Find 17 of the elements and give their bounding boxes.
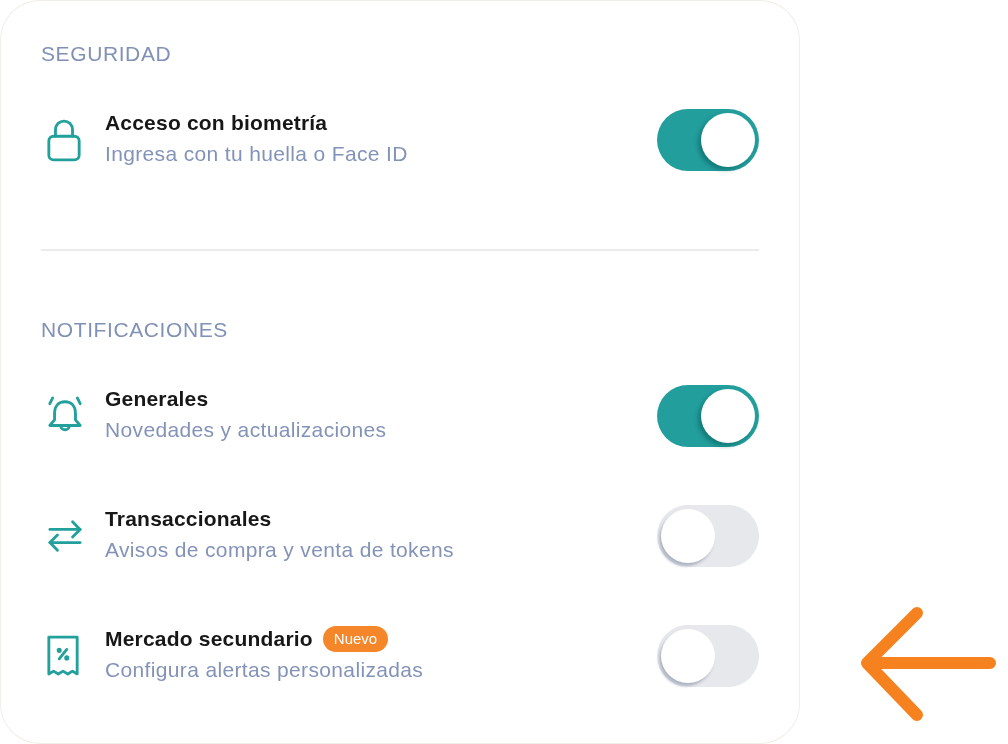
left-arrow-icon bbox=[860, 606, 996, 722]
section-heading: SEGURIDAD bbox=[41, 42, 173, 66]
new-badge: Nuevo bbox=[322, 626, 389, 652]
setting-title: Transaccionales bbox=[105, 507, 272, 531]
setting-title: Mercado secundario bbox=[105, 627, 313, 651]
setting-description: Ingresa con tu huella o Face ID bbox=[105, 141, 409, 167]
setting-description: Configura alertas personalizadas bbox=[105, 657, 425, 683]
receipt-icon bbox=[46, 634, 80, 678]
swap-arrows-icon bbox=[46, 519, 84, 553]
toggle-switch[interactable] bbox=[657, 505, 759, 567]
toggle-switch[interactable] bbox=[657, 625, 759, 687]
lock-icon bbox=[46, 118, 82, 162]
setting-description: Novedades y actualizaciones bbox=[105, 417, 388, 443]
setting-title: Generales bbox=[105, 387, 209, 411]
setting-description: Avisos de compra y venta de tokens bbox=[105, 537, 455, 563]
setting-title: Acceso con biometría bbox=[105, 111, 328, 135]
section-heading: NOTIFICACIONES bbox=[41, 318, 229, 342]
